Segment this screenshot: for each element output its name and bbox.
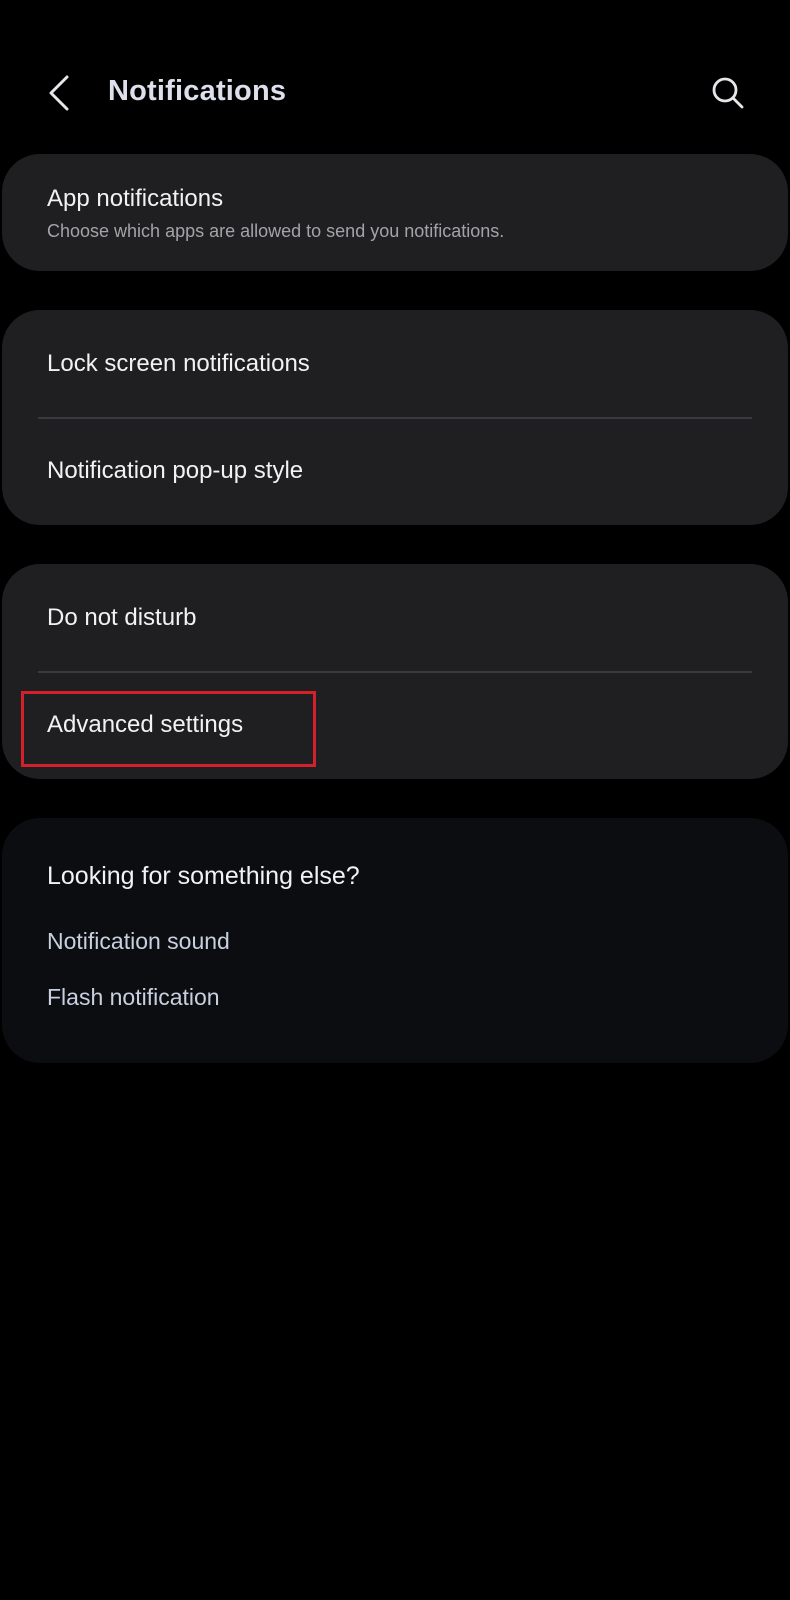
app-notifications-row[interactable]: App notifications Choose which apps are … xyxy=(2,154,788,271)
page-title: Notifications xyxy=(108,75,287,107)
chevron-left-icon xyxy=(49,75,69,111)
app-notifications-label: App notifications xyxy=(47,185,224,212)
highlight-box xyxy=(21,691,316,767)
app-notifications-subtitle: Choose which apps are allowed to send yo… xyxy=(47,221,505,241)
lock-screen-group-card: Lock screen notifications Notification p… xyxy=(2,310,788,525)
app-bar: Notifications xyxy=(0,55,790,133)
lock-screen-notifications-row[interactable]: Lock screen notifications xyxy=(2,310,788,417)
search-button[interactable] xyxy=(700,65,756,121)
notification-popup-style-label: Notification pop-up style xyxy=(47,457,304,484)
lock-screen-notifications-label: Lock screen notifications xyxy=(47,350,310,377)
suggestions-title: Looking for something else? xyxy=(47,862,360,890)
do-not-disturb-label: Do not disturb xyxy=(47,604,197,631)
search-icon xyxy=(712,77,744,109)
app-notifications-card: App notifications Choose which apps are … xyxy=(2,154,788,271)
dnd-group-card: Do not disturb Advanced settings xyxy=(2,564,788,779)
flash-notification-link[interactable]: Flash notification xyxy=(47,984,220,1011)
notification-popup-style-row[interactable]: Notification pop-up style xyxy=(2,417,788,524)
suggestions-card: Looking for something else? Notification… xyxy=(2,818,788,1063)
back-button[interactable] xyxy=(32,65,88,121)
do-not-disturb-row[interactable]: Do not disturb xyxy=(2,564,788,671)
notification-sound-link[interactable]: Notification sound xyxy=(47,928,230,955)
notifications-screen: Notifications App notifications Choose w… xyxy=(0,0,790,1600)
